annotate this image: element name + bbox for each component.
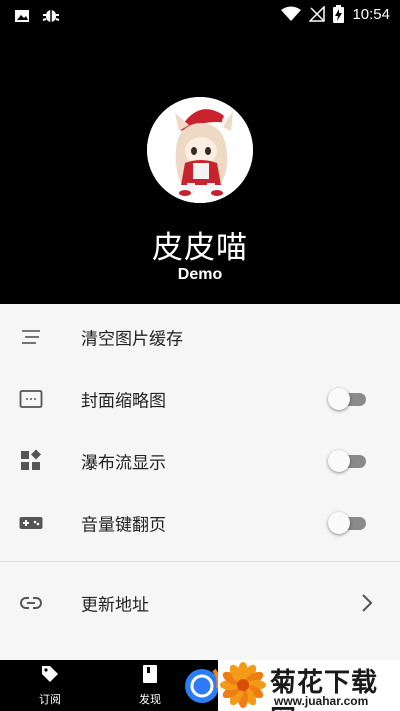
settings-list: 清空图片缓存 封面缩略图 瀑布流显示 音量键翻页 更新地址 bbox=[0, 304, 400, 660]
image-icon bbox=[15, 10, 29, 22]
waterfall-toggle[interactable] bbox=[328, 450, 368, 472]
status-bar: 10:54 bbox=[0, 0, 400, 30]
flower-logo-icon bbox=[220, 662, 266, 708]
volume-key-toggle[interactable] bbox=[328, 512, 368, 534]
status-right: 10:54 bbox=[281, 5, 390, 23]
book-icon bbox=[143, 665, 157, 683]
nav-label: 订阅 bbox=[39, 693, 61, 706]
bug-icon bbox=[42, 10, 60, 22]
setting-label: 封面缩略图 bbox=[81, 391, 166, 412]
wifi-icon bbox=[281, 6, 302, 21]
profile-name: 皮皮喵 bbox=[152, 230, 248, 266]
setting-update-address[interactable]: 更新地址 bbox=[0, 572, 400, 634]
avatar[interactable] bbox=[147, 97, 253, 203]
grid-icon bbox=[21, 449, 41, 470]
nav-label: 发现 bbox=[139, 693, 161, 706]
divider bbox=[0, 561, 400, 562]
toggle-thumb bbox=[328, 388, 350, 410]
watermark: 菊花下载网 www.juahar.com bbox=[218, 660, 400, 711]
setting-label: 瀑布流显示 bbox=[81, 453, 166, 474]
watermark-url: www.juahar.com bbox=[274, 694, 369, 708]
setting-cover-thumbnail[interactable]: 封面缩略图 bbox=[0, 368, 400, 430]
profile-subtitle: Demo bbox=[177, 266, 223, 283]
signal-icon bbox=[309, 6, 326, 22]
profile-header: 皮皮喵 Demo bbox=[0, 30, 400, 304]
gamepad-icon bbox=[19, 517, 43, 529]
setting-label: 更新地址 bbox=[81, 595, 149, 616]
setting-label: 音量键翻页 bbox=[81, 515, 166, 536]
setting-label: 清空图片缓存 bbox=[81, 329, 183, 350]
setting-waterfall-display[interactable]: 瀑布流显示 bbox=[0, 430, 400, 492]
setting-clear-cache[interactable]: 清空图片缓存 bbox=[0, 306, 400, 368]
nav-discover[interactable]: 发现 bbox=[120, 664, 180, 707]
status-left bbox=[14, 7, 60, 25]
thumbnail-icon bbox=[19, 390, 43, 408]
status-time: 10:54 bbox=[352, 5, 390, 23]
nav-subscribe[interactable]: 订阅 bbox=[20, 664, 80, 707]
setting-volume-key-paging[interactable]: 音量键翻页 bbox=[0, 492, 400, 554]
toggle-thumb bbox=[328, 512, 350, 534]
clear-icon bbox=[22, 330, 40, 344]
link-icon bbox=[20, 597, 42, 609]
chevron-right-icon[interactable] bbox=[360, 592, 374, 614]
cover-thumbnail-toggle[interactable] bbox=[328, 388, 368, 410]
tag-icon bbox=[42, 666, 58, 682]
toggle-thumb bbox=[328, 450, 350, 472]
battery-charging-icon bbox=[333, 5, 345, 23]
avatar-illustration bbox=[147, 97, 253, 203]
